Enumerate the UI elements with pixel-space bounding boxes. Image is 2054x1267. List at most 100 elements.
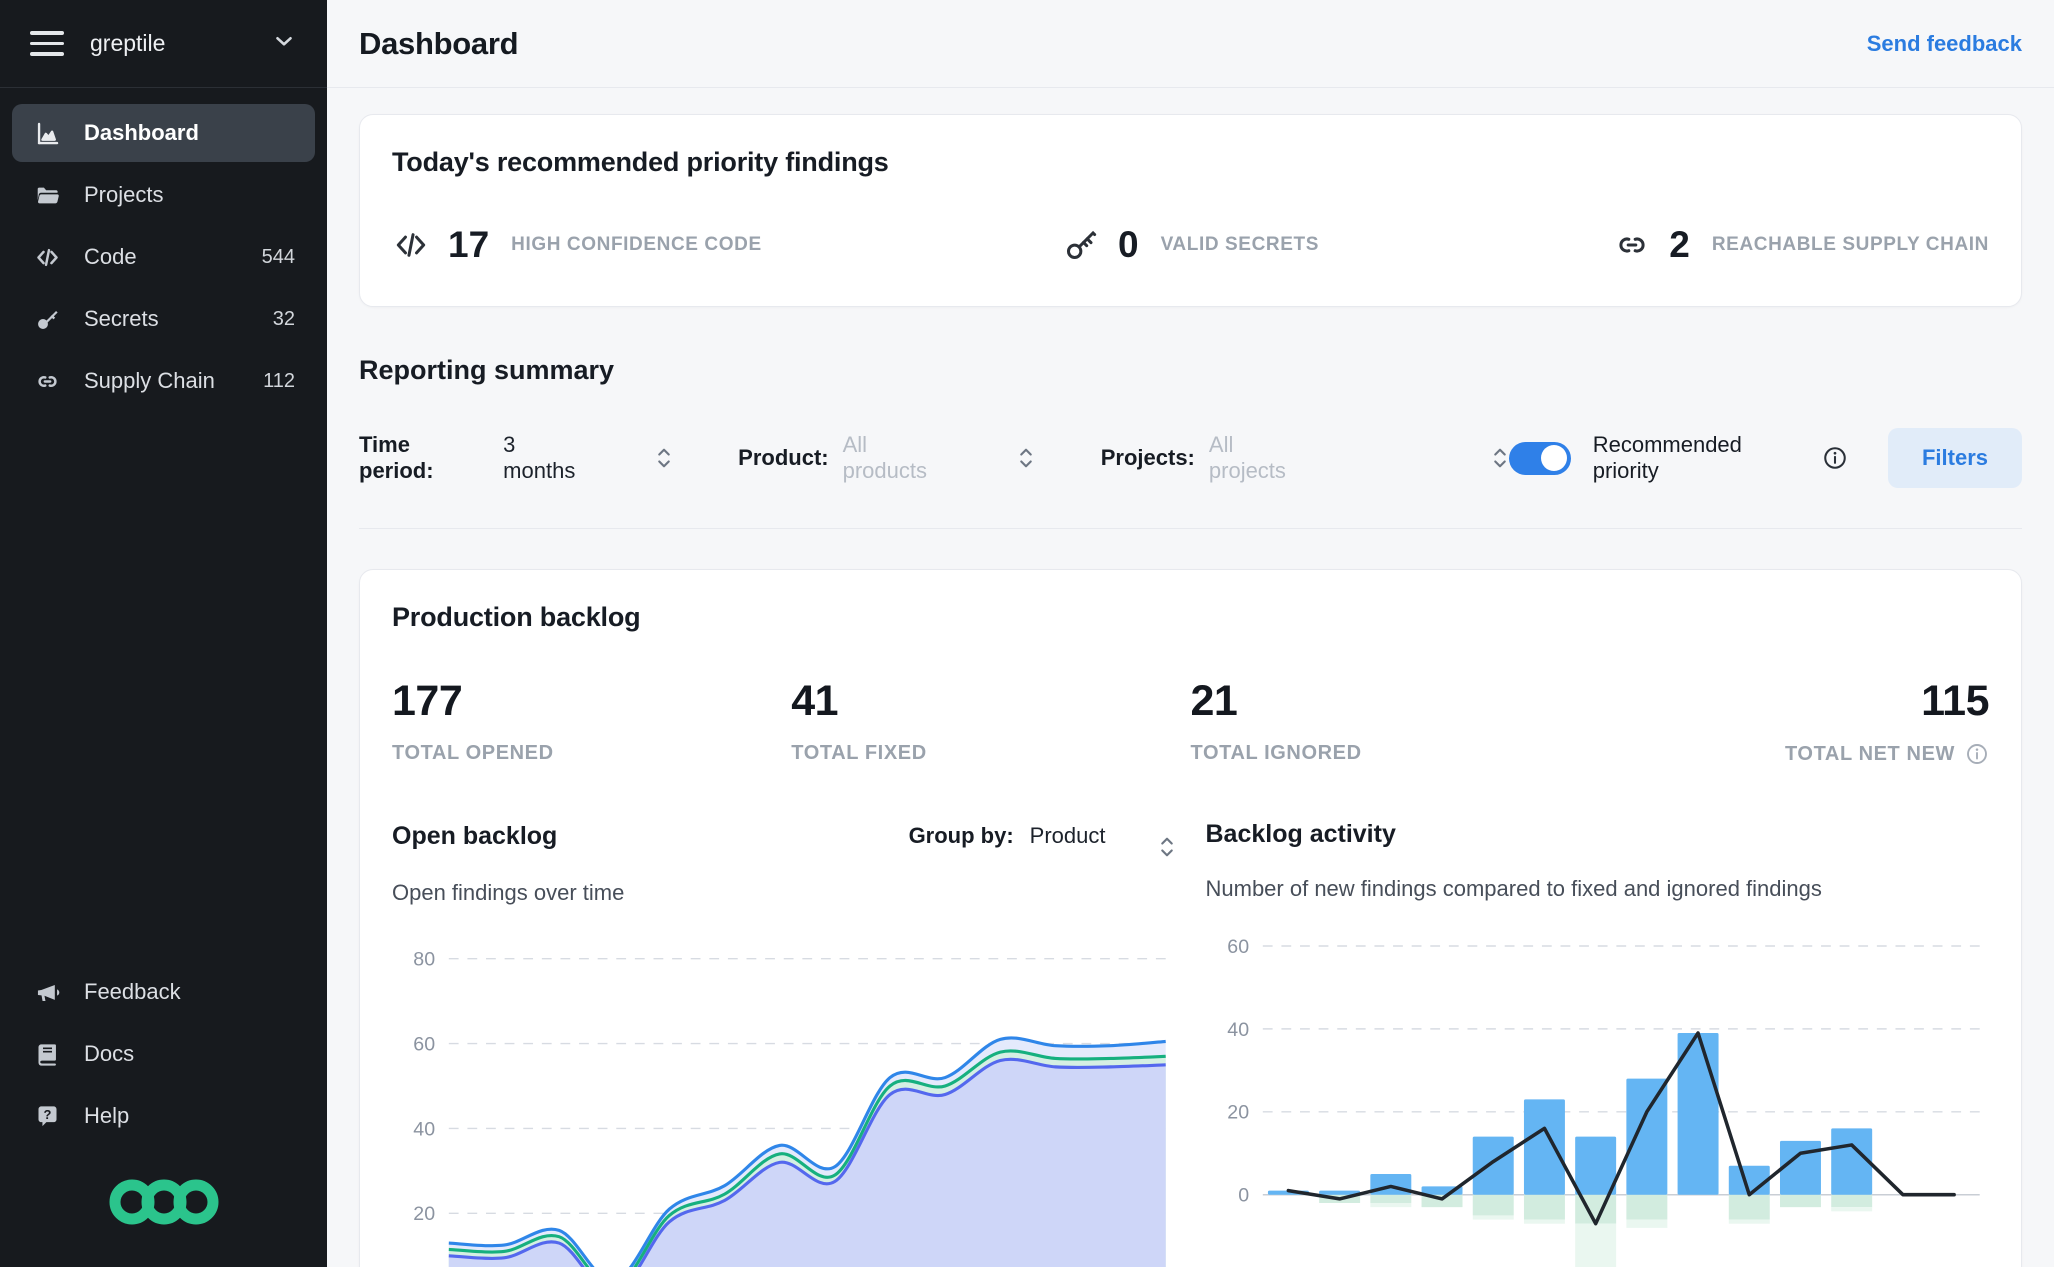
stat-label: TOTAL OPENED xyxy=(392,742,554,764)
stat-label: TOTAL IGNORED xyxy=(1190,742,1362,764)
sidebar-item-label: Help xyxy=(84,1103,130,1128)
charts-row: Open backlog Group by: Product Open find… xyxy=(392,812,1989,1267)
info-icon[interactable] xyxy=(1965,742,1989,766)
projects-value: All projects xyxy=(1208,432,1286,483)
svg-text:60: 60 xyxy=(1227,936,1249,958)
code-icon xyxy=(32,244,62,271)
link-icon xyxy=(1613,226,1651,264)
sidebar-item-label: Dashboard xyxy=(84,120,199,145)
sidebar-item-label: Projects xyxy=(84,182,164,207)
link-icon xyxy=(32,368,62,395)
open-backlog-area-chart: 020406080Jun 10Jun 24Jul 8Jul 15Jul 29Au… xyxy=(413,949,1166,1267)
folder-icon xyxy=(32,182,62,209)
select-chevrons-icon xyxy=(1491,445,1509,471)
sidebar-item-dashboard[interactable]: Dashboard xyxy=(12,104,315,162)
stat-high-confidence-code: 17 HIGH CONFIDENCE CODE xyxy=(392,224,924,266)
filter-row: Time period: 3 months Product: All produ… xyxy=(359,428,2022,529)
backlog-activity-subtitle: Number of new findings compared to fixed… xyxy=(1205,876,1822,901)
backlog-activity-title: Backlog activity xyxy=(1205,819,1396,848)
app-root: greptile Dashboard Projects Code 544 Sec… xyxy=(0,0,2054,1267)
sidebar-footer-nav: Feedback Docs ? Help xyxy=(0,963,327,1145)
group-by-value: Product xyxy=(1029,823,1106,848)
code-icon xyxy=(392,226,430,264)
info-icon[interactable] xyxy=(1822,445,1848,471)
main-area: Dashboard Send feedback Today's recommen… xyxy=(327,0,2054,1267)
stat-total-ignored: 21 TOTAL IGNORED xyxy=(1191,677,1590,766)
sidebar-item-secrets[interactable]: Secrets 32 xyxy=(12,290,315,348)
chevron-down-icon[interactable] xyxy=(271,28,297,59)
svg-text:0: 0 xyxy=(1238,1185,1249,1207)
sidebar: greptile Dashboard Projects Code 544 Sec… xyxy=(0,0,327,1267)
sidebar-header: greptile xyxy=(0,0,327,88)
reporting-summary-title: Reporting summary xyxy=(359,355,615,385)
priority-card-title: Today's recommended priority findings xyxy=(392,147,889,177)
send-feedback-link[interactable]: Send feedback xyxy=(1867,31,2022,57)
recommended-priority-toggle[interactable] xyxy=(1509,441,1571,475)
stat-value: 177 xyxy=(392,677,463,725)
open-backlog-chart-panel: Open backlog Group by: Product Open find… xyxy=(392,812,1176,1267)
sidebar-item-label: Docs xyxy=(84,1041,135,1066)
stat-total-net-new: 115 TOTAL NET NEW xyxy=(1785,677,1990,766)
backlog-activity-chart-panel: Backlog activity Number of new findings … xyxy=(1206,812,1990,1267)
sidebar-item-supply-chain[interactable]: Supply Chain 112 xyxy=(12,352,315,410)
select-chevrons-icon xyxy=(1158,812,1176,860)
open-backlog-title: Open backlog xyxy=(392,821,558,850)
sidebar-item-code[interactable]: Code 544 xyxy=(12,228,315,286)
sidebar-item-docs[interactable]: Docs xyxy=(12,1025,315,1083)
stat-reachable-supply-chain: 2 REACHABLE SUPPLY CHAIN xyxy=(1613,224,1989,266)
stat-value: 21 xyxy=(1190,677,1238,725)
backlog-card-title: Production backlog xyxy=(392,602,641,632)
supply-chain-count-badge: 112 xyxy=(263,369,295,392)
sidebar-item-label: Secrets xyxy=(84,306,159,331)
stat-label: REACHABLE SUPPLY CHAIN xyxy=(1711,234,1989,255)
svg-text:40: 40 xyxy=(1227,1019,1249,1041)
stat-label: TOTAL NET NEW xyxy=(1785,742,1989,766)
svg-text:?: ? xyxy=(43,1107,51,1122)
stat-total-fixed: 41 TOTAL FIXED xyxy=(791,677,1190,766)
open-backlog-subtitle: Open findings over time xyxy=(392,880,625,905)
group-by-select[interactable]: Group by: Product xyxy=(909,812,1176,860)
filters-button[interactable]: Filters xyxy=(1887,428,2022,488)
sidebar-item-feedback[interactable]: Feedback xyxy=(12,963,315,1021)
projects-label: Projects: xyxy=(1100,445,1195,470)
production-backlog-card: Production backlog 177 TOTAL OPENED 41 T… xyxy=(359,569,2022,1267)
stat-value: 2 xyxy=(1669,224,1690,265)
time-period-value: 3 months xyxy=(503,432,576,483)
content-scroll-area: Today's recommended priority findings 17… xyxy=(327,88,2054,1267)
backlog-activity-bar-chart: -200204060Jun 10Jun 24Jul 8Jul 22Aug 5Au… xyxy=(1227,936,1980,1267)
time-period-label: Time period: xyxy=(359,432,434,483)
priority-stats-row: 17 HIGH CONFIDENCE CODE 0 VALID SECRETS xyxy=(392,224,1989,274)
stat-value: 17 xyxy=(448,224,490,265)
sidebar-item-projects[interactable]: Projects xyxy=(12,166,315,224)
key-icon xyxy=(32,306,62,333)
sidebar-item-help[interactable]: ? Help xyxy=(12,1087,315,1145)
recommended-priority-label: Recommended priority xyxy=(1592,432,1742,483)
top-header: Dashboard Send feedback xyxy=(327,0,2054,88)
projects-select[interactable]: Projects: All projects xyxy=(1101,432,1510,484)
secrets-count-badge: 32 xyxy=(272,307,295,330)
sidebar-item-label: Supply Chain xyxy=(84,368,215,393)
product-value: All products xyxy=(842,432,927,483)
sidebar-item-label: Code xyxy=(84,244,137,269)
megaphone-icon xyxy=(32,979,62,1006)
stat-label: VALID SECRETS xyxy=(1160,234,1319,255)
greptile-logo xyxy=(0,1145,327,1267)
stat-value: 0 xyxy=(1117,224,1139,265)
select-chevrons-icon xyxy=(655,445,673,471)
product-label: Product: xyxy=(738,445,829,470)
page-title: Dashboard xyxy=(359,25,519,61)
svg-text:60: 60 xyxy=(413,1033,435,1055)
key-icon xyxy=(1062,226,1100,264)
backlog-stats-row: 177 TOTAL OPENED 41 TOTAL FIXED 21 TOTAL… xyxy=(392,677,1990,766)
code-count-badge: 544 xyxy=(261,245,295,268)
org-name: greptile xyxy=(90,30,166,56)
stat-label: TOTAL FIXED xyxy=(791,742,927,764)
svg-text:20: 20 xyxy=(1227,1102,1249,1124)
sidebar-nav: Dashboard Projects Code 544 Secrets 32 S… xyxy=(0,88,327,410)
time-period-select[interactable]: Time period: 3 months xyxy=(359,432,673,484)
stat-label: HIGH CONFIDENCE CODE xyxy=(511,234,762,255)
product-select[interactable]: Product: All products xyxy=(738,432,1035,484)
stat-total-opened: 177 TOTAL OPENED xyxy=(392,677,791,766)
hamburger-menu-icon[interactable] xyxy=(30,31,64,56)
priority-findings-card: Today's recommended priority findings 17… xyxy=(359,114,2022,307)
